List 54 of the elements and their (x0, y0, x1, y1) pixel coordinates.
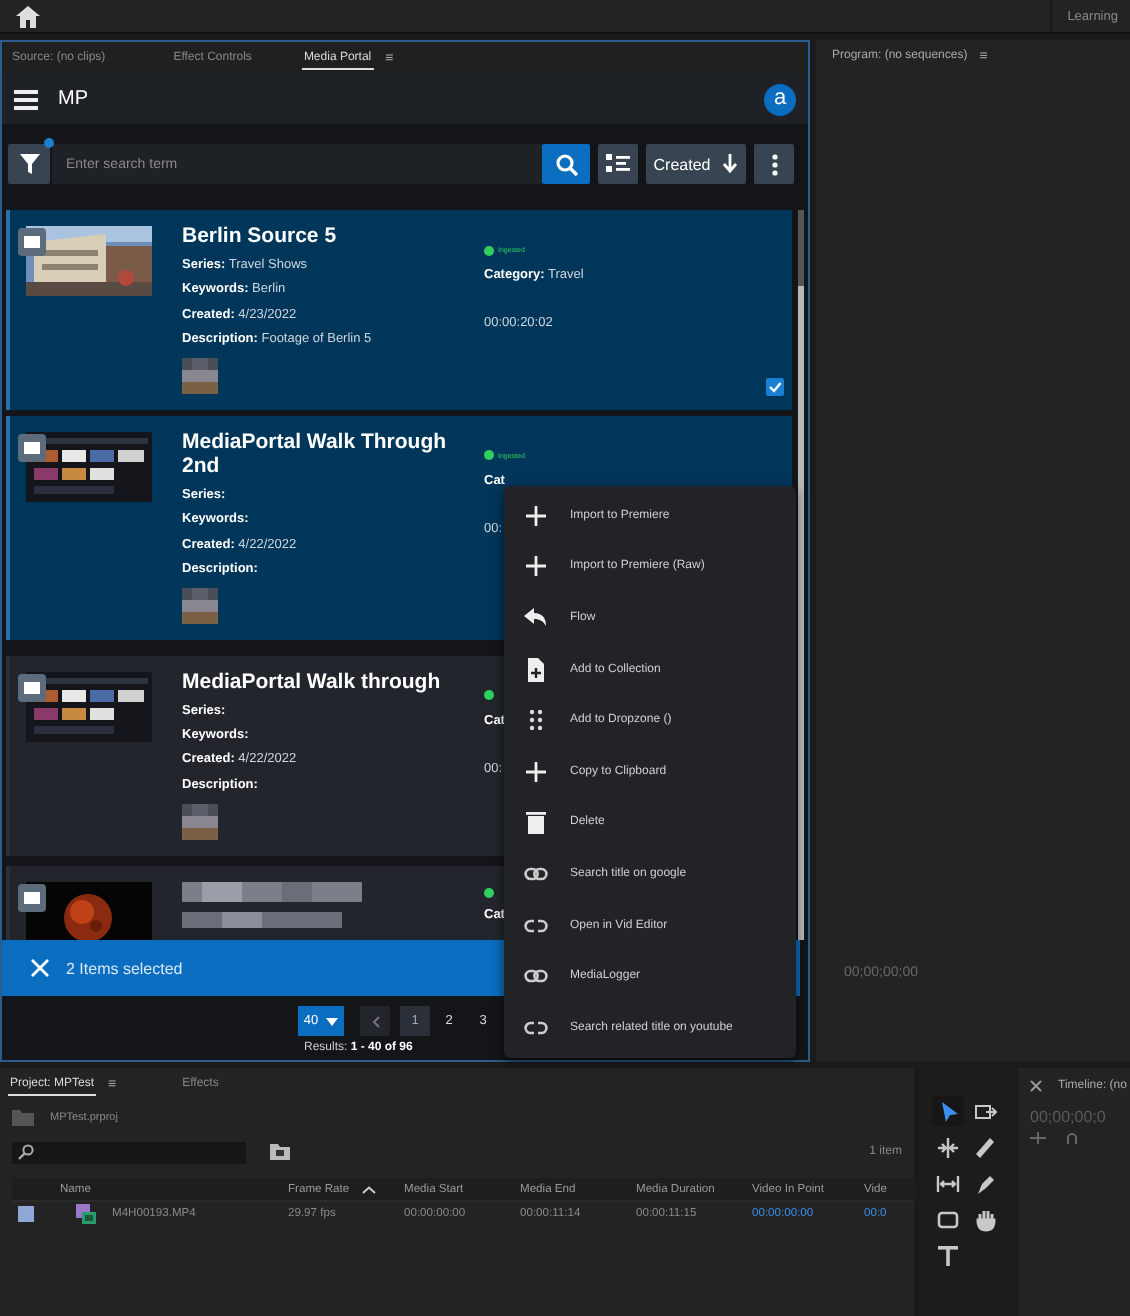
slip-tool-icon[interactable] (936, 1171, 960, 1195)
magnet-icon (1066, 1132, 1078, 1144)
new-bin-icon[interactable] (270, 1144, 290, 1160)
card-title[interactable]: Berlin Source 5 (182, 224, 484, 248)
view-toggle-button[interactable] (598, 144, 638, 184)
search-icon (555, 153, 577, 175)
scrollbar[interactable] (798, 210, 804, 940)
status-label (484, 687, 494, 704)
track-select-icon[interactable] (974, 1099, 998, 1123)
video-icon (18, 433, 46, 462)
video-icon (18, 228, 46, 256)
list-view-icon (606, 154, 630, 174)
plus-icon (524, 554, 548, 579)
checkbox[interactable] (766, 377, 784, 396)
search-button[interactable] (542, 144, 590, 184)
video-icon (18, 883, 46, 912)
selection-tool-icon[interactable] (936, 1099, 960, 1123)
search-icon (18, 1144, 34, 1160)
card-title[interactable]: MediaPortal Walk Through 2nd (182, 429, 484, 478)
folder-icon (12, 1110, 34, 1126)
razor-icon[interactable] (974, 1135, 998, 1159)
filter-icon (19, 154, 39, 174)
pen-icon[interactable] (974, 1171, 998, 1195)
app-name: MP (58, 88, 90, 110)
clip-icon (76, 1204, 96, 1224)
dots-grid-icon (524, 708, 548, 733)
snap-icon (1030, 1132, 1046, 1144)
caret-icon (326, 1017, 339, 1025)
home-icon[interactable] (16, 5, 40, 27)
ripple-edit-icon[interactable] (936, 1135, 960, 1159)
file-plus-icon (524, 657, 548, 682)
down-arrow-icon (722, 154, 739, 174)
search-field[interactable] (12, 1141, 246, 1163)
menu-icon[interactable] (14, 89, 38, 109)
close-icon[interactable] (1030, 1079, 1042, 1091)
type-tool-icon[interactable] (936, 1243, 960, 1267)
more-button[interactable] (754, 144, 794, 184)
avatar[interactable]: a (764, 83, 796, 115)
filter-button[interactable] (8, 144, 50, 184)
plus-icon (524, 759, 548, 784)
plus-icon (524, 503, 548, 528)
hand-icon[interactable] (974, 1207, 998, 1231)
more-icon (771, 153, 777, 175)
previous-page-button[interactable] (360, 1006, 390, 1036)
rectangle-icon[interactable] (936, 1207, 960, 1231)
card-title[interactable]: MediaPortal Walk through (182, 669, 484, 694)
trash-icon (524, 810, 548, 835)
status-label (484, 885, 494, 902)
label-swatch (18, 1206, 34, 1222)
selection-count: 2 Items selected (66, 959, 183, 977)
reply-arrow-icon (524, 605, 548, 630)
sort-button[interactable]: Created (646, 144, 746, 184)
chevron-left-icon (371, 1015, 379, 1027)
video-icon (18, 673, 46, 702)
